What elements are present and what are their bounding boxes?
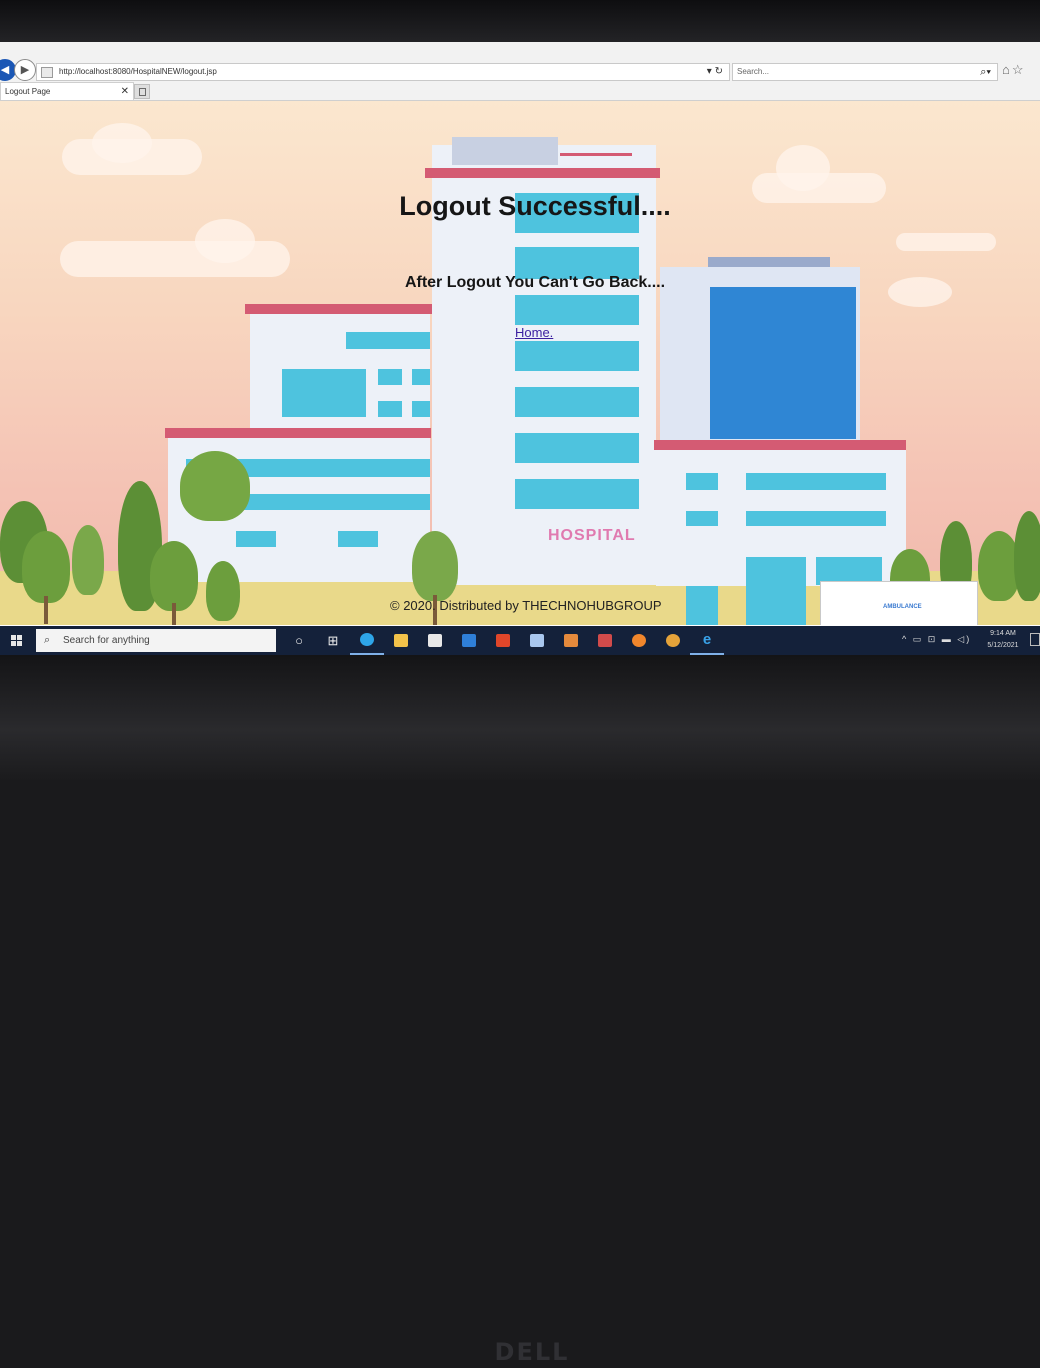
- tab-label: Logout Page: [5, 87, 51, 96]
- page-title: Logout Successful....: [399, 191, 671, 221]
- start-button[interactable]: [0, 626, 34, 655]
- home-link[interactable]: Home.: [515, 325, 553, 340]
- office-icon[interactable]: [486, 626, 520, 655]
- cortana-icon[interactable]: ○: [282, 626, 316, 655]
- monitor-bezel-top: [0, 0, 1040, 42]
- browser-chrome: ◀ ▶ http://localhost:8080/HospitalNEW/lo…: [0, 42, 1040, 101]
- notification-icon[interactable]: [1030, 633, 1040, 646]
- dropdown-icon[interactable]: ▾: [707, 66, 712, 77]
- browser-search-input[interactable]: Search... ⌕▾: [732, 63, 998, 81]
- search-placeholder: Search...: [737, 67, 770, 76]
- address-bar[interactable]: http://localhost:8080/HospitalNEW/logout…: [36, 63, 730, 81]
- url-text: http://localhost:8080/HospitalNEW/logout…: [59, 67, 217, 76]
- clock-time: 9:14 AM: [990, 630, 1016, 637]
- page-footer: © 2020. Distributed by THECHNOHUBGROUP: [390, 598, 662, 613]
- page-content: HOSPITAL AMBULANCE Logout Successful....…: [0, 101, 1040, 625]
- monitor-bezel-bottom: DELL: [0, 655, 1040, 1366]
- system-tray[interactable]: ^ ▭ ⊡ ▬ ◁): [902, 634, 971, 645]
- page-icon: [41, 67, 53, 78]
- search-icon: ⌕: [44, 634, 51, 646]
- task-view-icon[interactable]: ⊞: [316, 626, 350, 655]
- cube-app-icon[interactable]: [520, 626, 554, 655]
- taskbar-search-input[interactable]: ⌕ Search for anything: [36, 629, 276, 652]
- internet-explorer-icon[interactable]: e: [690, 626, 724, 655]
- taskbar-clock[interactable]: 9:14 AM 5/12/2021: [976, 628, 1030, 652]
- taskbar-apps: ○ ⊞ e: [282, 626, 724, 655]
- edge-icon[interactable]: [350, 626, 384, 655]
- forward-button[interactable]: ▶: [14, 59, 36, 81]
- hospital-sign: HOSPITAL: [548, 527, 636, 544]
- taskbar-search-placeholder: Search for anything: [63, 635, 150, 646]
- screen: ◀ ▶ http://localhost:8080/HospitalNEW/lo…: [0, 42, 1040, 655]
- chrome-icon[interactable]: [656, 626, 690, 655]
- refresh-icon[interactable]: ↻: [715, 66, 723, 77]
- firefox-icon[interactable]: [622, 626, 656, 655]
- close-icon[interactable]: ✕: [121, 83, 129, 100]
- windows-logo-icon: [11, 635, 22, 646]
- file-explorer-icon[interactable]: [384, 626, 418, 655]
- mail-icon[interactable]: [452, 626, 486, 655]
- orange-app-icon[interactable]: [554, 626, 588, 655]
- home-icon[interactable]: ⌂: [1002, 62, 1012, 77]
- grid-app-icon[interactable]: [588, 626, 622, 655]
- ambulance: AMBULANCE: [820, 581, 978, 625]
- new-tab-button[interactable]: [134, 84, 150, 99]
- clock-date: 5/12/2021: [987, 642, 1019, 649]
- tab-logout-page[interactable]: Logout Page ✕: [0, 82, 134, 100]
- taskbar: ⌕ Search for anything ○ ⊞ e ^ ▭ ⊡ ▬ ◁) 9…: [0, 626, 1040, 655]
- dell-logo: DELL: [494, 1338, 570, 1366]
- page-subtitle: After Logout You Can't Go Back....: [404, 274, 666, 291]
- store-icon[interactable]: [418, 626, 452, 655]
- search-icon[interactable]: ⌕▾: [980, 64, 991, 80]
- favorites-star-icon[interactable]: ☆: [1012, 62, 1026, 77]
